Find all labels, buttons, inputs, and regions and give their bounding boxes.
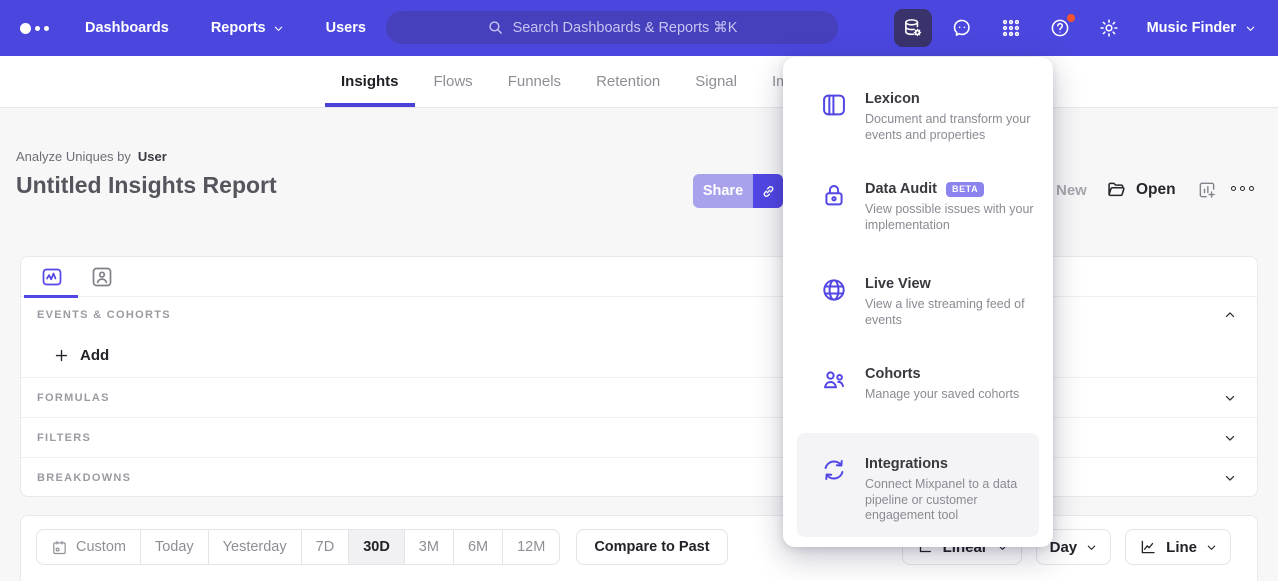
search-icon — [487, 19, 504, 36]
menu-item-live-view[interactable]: Live View View a live streaming feed of … — [783, 275, 1053, 328]
dot-icon — [1231, 186, 1236, 191]
new-report-button[interactable]: New — [1056, 182, 1087, 199]
section-events-cohorts[interactable]: EVENTS & COHORTS — [21, 297, 1257, 333]
chevron-down-icon — [1223, 391, 1237, 405]
range-12m[interactable]: 12M — [502, 530, 559, 564]
report-tabbar: Insights Flows Funnels Retention Signal … — [0, 56, 1278, 108]
calendar-icon — [51, 539, 68, 556]
tab-retention[interactable]: Retention — [580, 56, 676, 107]
menu-item-lexicon[interactable]: Lexicon Document and transform your even… — [783, 90, 1053, 143]
menu-item-cohorts[interactable]: Cohorts Manage your saved cohorts — [783, 365, 1053, 403]
folder-icon — [1106, 179, 1127, 200]
settings-button[interactable] — [1090, 9, 1128, 47]
nav-item-dashboards[interactable]: Dashboards — [85, 20, 169, 36]
tab-flows[interactable]: Flows — [418, 56, 489, 107]
analyze-entity[interactable]: User — [138, 149, 167, 164]
report-title[interactable]: Untitled Insights Report — [16, 172, 277, 199]
top-nav: Dashboards Reports Users Search Dashboar… — [0, 0, 1278, 56]
share-split-button: Share — [693, 174, 783, 208]
people-icon — [820, 366, 848, 394]
compare-to-past-button[interactable]: Compare to Past — [576, 529, 727, 565]
range-yesterday[interactable]: Yesterday — [208, 530, 301, 564]
plus-icon — [54, 348, 69, 363]
nav-item-reports[interactable]: Reports — [211, 20, 284, 36]
link-icon — [760, 183, 777, 200]
section-formulas[interactable]: FORMULAS — [21, 377, 1257, 417]
apps-grid-icon — [1000, 17, 1022, 39]
range-today[interactable]: Today — [140, 530, 208, 564]
menu-item-integrations[interactable]: Integrations Connect Mixpanel to a data … — [783, 455, 1053, 524]
dot-icon — [1240, 186, 1245, 191]
feedback-button[interactable] — [943, 9, 981, 47]
mixpanel-logo-icon[interactable] — [20, 23, 49, 34]
date-toolbar-card: Custom Today Yesterday 7D 30D 3M 6M 12M … — [20, 515, 1258, 581]
chat-bubble-icon — [951, 17, 973, 39]
user-profile-icon — [90, 265, 114, 289]
tab-funnels[interactable]: Funnels — [492, 56, 577, 107]
query-builder-card: EVENTS & COHORTS Add FORMULAS FILTERS BR… — [20, 256, 1258, 497]
range-6m[interactable]: 6M — [453, 530, 502, 564]
date-range-segmented: Custom Today Yesterday 7D 30D 3M 6M 12M — [36, 529, 560, 565]
gear-icon — [1098, 17, 1120, 39]
range-custom[interactable]: Custom — [37, 530, 140, 564]
app-window: Dashboards Reports Users Search Dashboar… — [0, 0, 1278, 581]
more-options-button[interactable] — [1231, 186, 1254, 191]
project-name: Music Finder — [1147, 20, 1236, 36]
chevron-down-icon — [1223, 471, 1237, 485]
analyze-line: Analyze Uniques byUser — [16, 149, 167, 164]
globe-icon — [820, 276, 848, 304]
search-placeholder: Search Dashboards & Reports ⌘K — [513, 20, 738, 36]
nav-item-users[interactable]: Users — [326, 20, 366, 36]
range-30d[interactable]: 30D — [348, 530, 404, 564]
chevron-down-icon — [1086, 542, 1097, 553]
apps-button[interactable] — [992, 9, 1030, 47]
top-nav-actions: Music Finder — [894, 9, 1256, 47]
chevron-down-icon — [1245, 23, 1256, 34]
chart-add-icon — [1197, 180, 1217, 200]
add-event-button[interactable]: Add — [21, 333, 1257, 377]
beta-badge: BETA — [946, 182, 984, 197]
share-button[interactable]: Share — [693, 174, 753, 208]
data-management-menu: Lexicon Document and transform your even… — [783, 57, 1053, 547]
open-report-button[interactable]: Open — [1106, 179, 1176, 200]
tab-insights[interactable]: Insights — [325, 56, 415, 107]
range-7d[interactable]: 7D — [301, 530, 349, 564]
chevron-down-icon — [273, 23, 284, 34]
tab-signal[interactable]: Signal — [679, 56, 753, 107]
primary-nav: Dashboards Reports Users — [85, 20, 366, 36]
search-input[interactable]: Search Dashboards & Reports ⌘K — [386, 11, 838, 44]
data-management-button[interactable] — [894, 9, 932, 47]
sync-icon — [820, 456, 848, 484]
database-gear-icon — [902, 17, 924, 39]
section-filters[interactable]: FILTERS — [21, 417, 1257, 457]
section-breakdowns[interactable]: BREAKDOWNS — [21, 457, 1257, 497]
metrics-chart-icon — [40, 265, 64, 289]
chart-type-dropdown[interactable]: Line — [1125, 529, 1231, 565]
menu-item-data-audit[interactable]: Data Audit BETA View possible issues wit… — [783, 180, 1053, 233]
help-button[interactable] — [1041, 9, 1079, 47]
chevron-down-icon — [1223, 431, 1237, 445]
copy-link-button[interactable] — [753, 174, 783, 208]
add-to-dashboard-button[interactable] — [1197, 180, 1217, 205]
notification-dot — [1067, 14, 1075, 22]
book-icon — [820, 91, 848, 119]
lock-icon — [820, 181, 848, 209]
builder-mode-tabs — [21, 257, 1257, 297]
line-chart-icon — [1139, 538, 1157, 556]
project-switcher[interactable]: Music Finder — [1147, 20, 1256, 36]
metrics-mode-tab[interactable] — [33, 257, 71, 297]
chevron-up-icon — [1223, 308, 1237, 322]
range-3m[interactable]: 3M — [404, 530, 453, 564]
dot-icon — [1249, 186, 1254, 191]
profiles-mode-tab[interactable] — [83, 257, 121, 297]
chevron-down-icon — [1206, 542, 1217, 553]
